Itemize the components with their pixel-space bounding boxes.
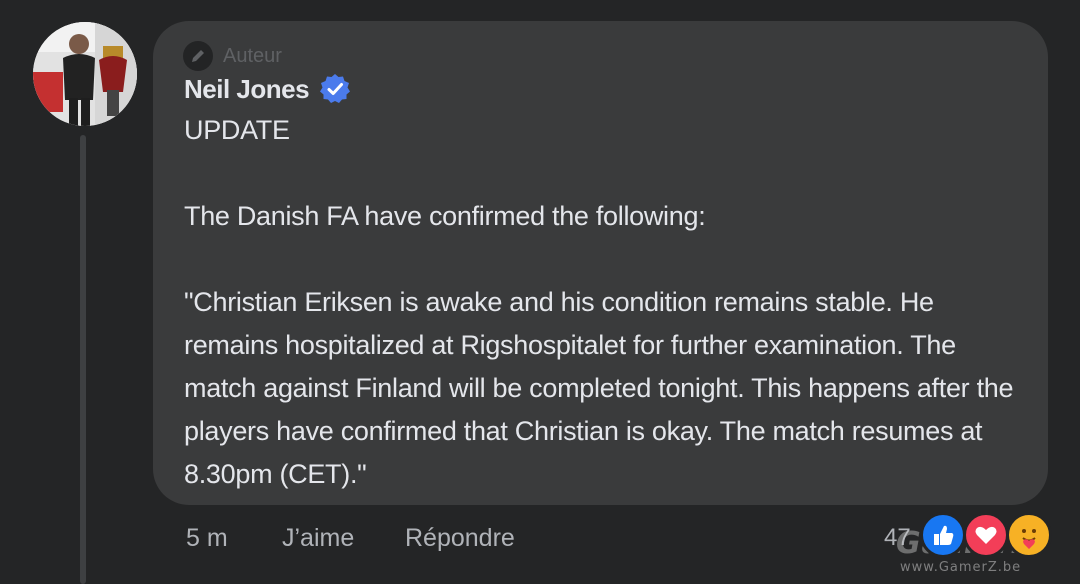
watermark-url: www.GamerZ.be bbox=[900, 560, 1022, 575]
love-icon bbox=[963, 512, 1009, 558]
comment-bubble: Auteur Neil Jones UPDATE The Danish FA h… bbox=[153, 21, 1048, 505]
reaction-summary[interactable] bbox=[920, 512, 1052, 558]
timestamp-link[interactable]: 5 m bbox=[186, 520, 228, 556]
comment-thread: Auteur Neil Jones UPDATE The Danish FA h… bbox=[0, 0, 1080, 584]
care-icon bbox=[1006, 512, 1052, 558]
like-icon bbox=[920, 512, 966, 558]
author-name[interactable]: Neil Jones bbox=[184, 74, 310, 105]
author-badge: Auteur bbox=[183, 41, 282, 71]
author-row: Neil Jones bbox=[184, 73, 351, 105]
avatar-photo bbox=[33, 22, 137, 126]
author-tag: Auteur bbox=[223, 44, 282, 67]
avatar[interactable] bbox=[33, 22, 137, 126]
pen-icon bbox=[183, 41, 213, 71]
comment-text: UPDATE The Danish FA have confirmed the … bbox=[184, 115, 1014, 489]
verified-badge-icon bbox=[320, 74, 351, 103]
reply-button[interactable]: Répondre bbox=[405, 520, 515, 556]
thread-line bbox=[80, 135, 86, 584]
like-button[interactable]: J’aime bbox=[282, 520, 354, 556]
